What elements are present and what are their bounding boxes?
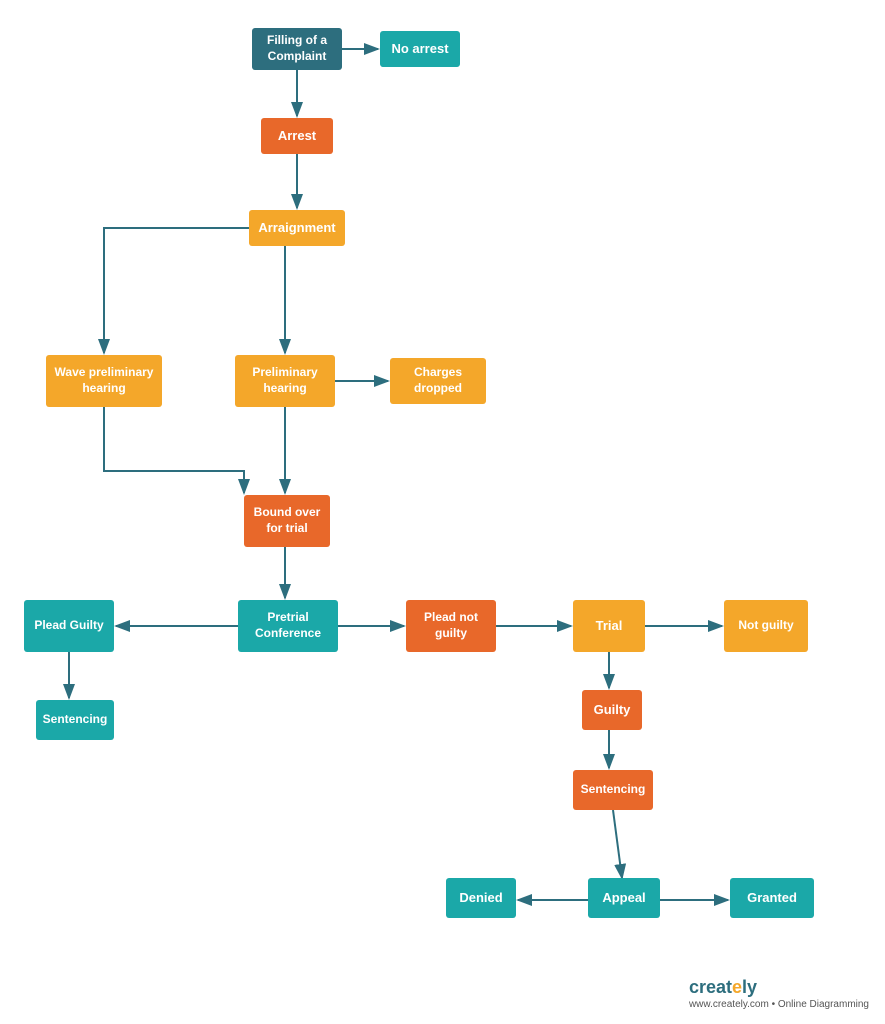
watermark-text: www.creately.com • Online Diagramming xyxy=(689,998,869,1012)
node-wave-preliminary: Wave preliminary hearing xyxy=(46,355,162,407)
node-charges-dropped: Charges dropped xyxy=(390,358,486,404)
node-sentencing-left: Sentencing xyxy=(36,700,114,740)
node-plead-guilty: Plead Guilty xyxy=(24,600,114,652)
node-arrest: Arrest xyxy=(261,118,333,154)
node-granted: Granted xyxy=(730,878,814,918)
node-preliminary: Preliminary hearing xyxy=(235,355,335,407)
node-sentencing-right: Sentencing xyxy=(573,770,653,810)
node-appeal: Appeal xyxy=(588,878,660,918)
diagram: Filling of a Complaint No arrest Arrest … xyxy=(0,0,885,1024)
node-arraignment: Arraignment xyxy=(249,210,345,246)
node-bound-over: Bound over for trial xyxy=(244,495,330,547)
node-not-guilty: Not guilty xyxy=(724,600,808,652)
node-plead-not-guilty: Plead not guilty xyxy=(406,600,496,652)
creately-logo: creately xyxy=(689,977,869,998)
node-filling: Filling of a Complaint xyxy=(252,28,342,70)
node-trial: Trial xyxy=(573,600,645,652)
node-denied: Denied xyxy=(446,878,516,918)
node-no-arrest: No arrest xyxy=(380,31,460,67)
node-guilty: Guilty xyxy=(582,690,642,730)
node-pretrial: Pretrial Conference xyxy=(238,600,338,652)
watermark: creately www.creately.com • Online Diagr… xyxy=(689,977,869,1012)
